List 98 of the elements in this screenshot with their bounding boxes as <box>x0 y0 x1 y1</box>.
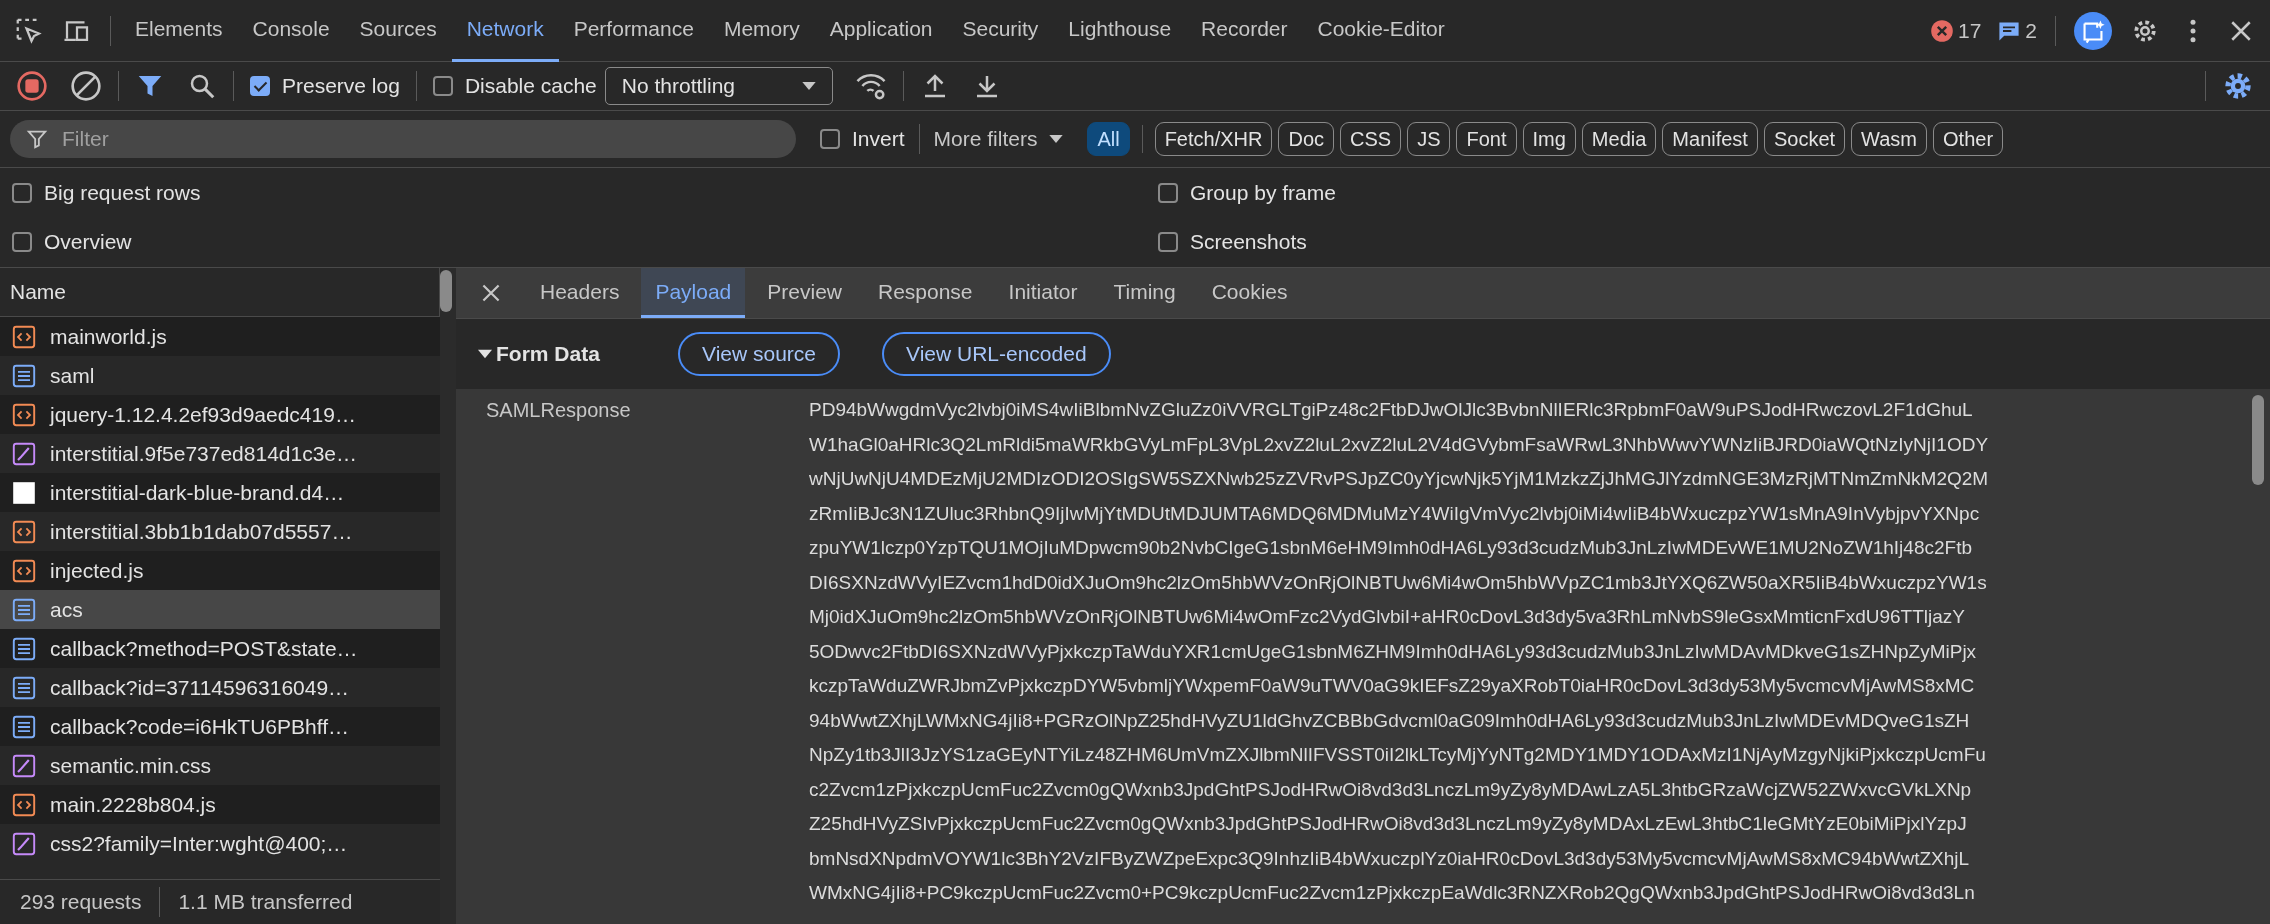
caret-icon <box>801 82 816 90</box>
panel-tab[interactable]: Elements <box>120 0 238 62</box>
more-filters-dropdown[interactable]: More filters <box>933 127 1064 151</box>
field-value-line: DI6SXNzdWVyIEZvcm1hdD0idXJuOm9hc2lzOm5hbWVzOnRjOlNBTUw6Mi4wOm5hbWVpZC1mb3JtYXQ6ZW50aXR5IiB4bWxuczpzYW1s <box>809 570 1988 595</box>
detail-tab[interactable]: Headers <box>526 268 634 318</box>
field-value-line: c2Zvcm1zPjxkczpUcmFuc2Zvcm0gQWxnb3JpdGhtPSJodHRwOi8vd3d3LnczLm9yZy8yMDAwLzA5L3htbGRzaWcjZW52ZWxvcGVkLXNp <box>809 777 1973 802</box>
detail-tab[interactable]: Timing <box>1099 268 1190 318</box>
column-header[interactable]: Name <box>10 280 67 304</box>
document-file-icon <box>12 597 36 622</box>
document-file-icon <box>12 675 36 700</box>
resource-type-filter[interactable]: Media <box>1581 122 1657 156</box>
field-value-line: NpZy1tb3JlI3JzYS1zaGEyNTYiLz48ZHM6UmVmZXJlbmNlIFVSST0iI2lkLTcyMjYyNTg2MDY1MDY1ODAxMzI1NjAyMzgyNjkiPjxkczpUcmFu <box>809 743 1987 767</box>
detail-tab[interactable]: Response <box>864 268 987 318</box>
field-value-line: PD94bWwgdmVyc2lvbj0iMS4wIiBlbmNvZGluZz0iVVRGLTgiPz48c2FtbDJwOlJlc3BvbnNlIERlc3RpbmF0aW9uPSJodHRwczovL2F1dGhuL <box>809 398 1974 422</box>
resource-type-filter[interactable]: Socket <box>1763 122 1846 156</box>
resource-type-filter[interactable]: Wasm <box>1851 122 1927 156</box>
resource-type-filter[interactable]: Other <box>1933 122 2004 156</box>
document-file-icon <box>12 363 36 388</box>
request-row[interactable]: interstitial-dark-blue-brand.d4… <box>0 473 440 512</box>
panel-tab[interactable]: Lighthouse <box>1053 0 1187 62</box>
scrollbar-thumb[interactable] <box>2252 395 2264 485</box>
form-data-section-toggle[interactable]: Form Data <box>478 342 636 366</box>
filter-field[interactable]: Filter <box>10 120 796 158</box>
resource-type-filter[interactable]: CSS <box>1340 122 1402 156</box>
field-value-line: 5ODwvc2FtbDI6SXNzdWVyPjxkczpTaWduYXR1cmUgeG1sbnM6ZHM9Imh0dHA6Ly93d3cudzMub3JnLzIwMDAvMDkveG1sZHNpZyMiPjx <box>809 639 1978 664</box>
error-count[interactable]: 17 <box>1957 18 1982 43</box>
record-icon[interactable] <box>16 70 48 102</box>
panel-tab[interactable]: Network <box>451 0 559 62</box>
document-file-icon <box>12 714 36 739</box>
request-row[interactable]: callback?code=i6HkTU6PBhff… <box>0 707 440 746</box>
detail-tab[interactable]: Payload <box>641 268 746 318</box>
field-value-line: WMxNG4jIi8+PC9kczpUcmFuc2Zvcm0+PC9kczpUcmFuc2Zvcm1zPjxkczpEaWdlc3RNZXRob2QgQWxnb3JpdGhtPSJodHRwOi8vd3d3Ln <box>809 881 1976 905</box>
option-checkbox[interactable]: Screenshots <box>1158 230 2258 255</box>
option-checkbox[interactable]: Group by frame <box>1158 180 2258 205</box>
panel-tab[interactable]: Recorder <box>1186 0 1303 62</box>
request-row[interactable]: injected.js <box>0 551 440 590</box>
field-value-line: bmNsdXNpdmVOYW1lc3BhY2VzIFByZWZpeExpc3Q9InhzIiB4bWxuczplYz0iaHR0cDovL3d3dy53My5vcmcvMjAwMS8xMC94bWwtZXhjL <box>809 846 1971 871</box>
settings-icon[interactable] <box>2222 70 2254 102</box>
detail-tab[interactable]: Preview <box>753 268 856 318</box>
error-icon <box>1929 18 1954 43</box>
document-file-icon <box>12 636 36 661</box>
option-checkbox[interactable]: Big request rows <box>12 180 1158 205</box>
resource-type-filter[interactable]: Doc <box>1278 122 1334 156</box>
summary-text: 293 requests <box>20 890 142 914</box>
script-file-icon <box>12 402 36 427</box>
request-row[interactable]: acs <box>0 590 440 629</box>
field-value-line: Mj0idXJuOm9hc2lzOm5hbWVzOnRjOlNBTUw6Mi4wOmFzc2VydGlvbiI+aHR0cDovL3d3dy5va3RhLmNvbS9leGsxMmticnFxdU96TTljazY <box>809 605 1966 629</box>
message-count[interactable]: 2 <box>2025 18 2037 43</box>
field-value-line: Z25hdHVyZSIvPjxkczpUcmFuc2Zvcm0gQWxnb3JpdGhtPSJodHRwOi8vd3d3LnczLm9yZy8yMDAxLzEwL3htbC1leGMtYzE0biMiPjxlYzpJ <box>809 812 1968 836</box>
disable-cache-checkbox[interactable]: Disable cache <box>432 74 597 98</box>
stylesheet-file-icon <box>12 753 36 778</box>
field-value-line: wNjUwNjU4MDEzMjU2MDIzODI2OSIgSW5SZXNwb25zZVRvPSJpZC0yYjcwNjk5YjM1MzkzZjJhMGJlYzdmNGE3MzRjMTNmZmNkM2Q2M <box>809 467 1989 491</box>
script-file-icon <box>12 324 36 349</box>
request-row[interactable]: main.2228b804.js <box>0 785 440 824</box>
view-toggle-button[interactable]: View URL-encoded <box>882 332 1111 376</box>
image-file-icon <box>12 480 36 505</box>
request-row[interactable]: mainworld.js <box>0 317 440 356</box>
caret-icon <box>1049 135 1064 143</box>
resource-type-filter[interactable]: Fetch/XHR <box>1154 122 1273 156</box>
panel-tab[interactable]: Sources <box>344 0 452 62</box>
filter-icon <box>26 128 48 150</box>
stylesheet-file-icon <box>12 831 36 856</box>
resource-type-filter[interactable]: Font <box>1456 122 1517 156</box>
summary-text: 1.1 MB transferred <box>178 890 353 914</box>
invert-checkbox[interactable]: Invert <box>820 127 905 151</box>
script-file-icon <box>12 519 36 544</box>
ai-assistant-icon[interactable] <box>2074 11 2112 50</box>
view-toggle-button[interactable]: View source <box>678 332 840 376</box>
panel-tab[interactable]: Console <box>237 0 345 62</box>
field-value-line: kczpTaWduZWRJbmZvPjxkczpDYW5vbmljYWxpemF0aW9uTWV0aG9kIEFsZ29yaXRobT0iaHR0cDovL3d3dy53My5vcmcvMjAwMS8xMC <box>809 674 1976 698</box>
detail-tab[interactable]: Cookies <box>1197 268 1302 318</box>
field-value-line: zpuYW1lczp0YzpTQU1MOjIuMDpwcm90b2NvbCIgeG1sbnM6eHM9Imh0dHA6Ly93d3cudzMub3JnLzIwMDEvWE1MU2NoZW1hIj48c2Ftb <box>809 536 1973 560</box>
network-conditions-icon[interactable] <box>854 71 887 101</box>
panel-tab[interactable]: Application <box>814 0 948 62</box>
panel-tab[interactable]: Security <box>947 0 1054 62</box>
script-file-icon <box>12 792 36 817</box>
field-value-line: 94bWwtZXhjLWMxNG4jIi8+PGRzOlNpZ25hdHVyZU1ldGhvZCBBbGdvcml0aG09Imh0dHA6Ly93d3cudzMub3JnLzIwMDEvMDQveG1sZH <box>809 708 1971 733</box>
resource-type-filter[interactable]: Img <box>1522 122 1576 156</box>
script-file-icon <box>12 558 36 583</box>
resource-type-filter[interactable]: All <box>1087 122 1130 156</box>
stylesheet-file-icon <box>12 441 36 466</box>
throttling-dropdown[interactable]: No throttling <box>604 67 833 105</box>
resource-type-filter[interactable]: JS <box>1407 122 1451 156</box>
detail-tab[interactable]: Initiator <box>994 268 1092 318</box>
field-name: SAMLResponse <box>486 399 631 421</box>
panel-tab[interactable]: Cookie-Editor <box>1302 0 1460 62</box>
option-checkbox[interactable]: Overview <box>12 230 1158 255</box>
request-row[interactable]: jquery-1.12.4.2ef93d9aedc419… <box>0 395 440 434</box>
resource-type-filter[interactable]: Manifest <box>1662 122 1758 156</box>
scrollbar-thumb[interactable] <box>440 270 452 312</box>
panel-tab[interactable]: Memory <box>708 0 815 62</box>
clear-icon[interactable] <box>70 70 102 102</box>
request-row[interactable]: callback?method=POST&state… <box>0 629 440 668</box>
field-value-line: W1haGl0aHRlc3Q2LmRldi5maWRkbGVyLmFpL3VpL2xvZ2luL2xvZ2luL2V4dGVybmFsaWRwL3NhbWwvYWNzIiBJRD0iaWQtNzIyNjI1ODY <box>809 432 1989 457</box>
panel-tab[interactable]: Performance <box>558 0 709 62</box>
preserve-log-checkbox[interactable]: Preserve log <box>250 74 400 98</box>
field-value-line: zRmIiBJc3N1ZUluc3RhbnQ9IjIwMjYtMDUtMDJUMTA6MDQ6MDMuMzY4WiIgVmVyc2lvbj0iMi4wIiB4bWxuczpzYW1sMnA9InVybjpvYXNpc <box>809 501 1981 526</box>
triangle-icon <box>478 347 492 361</box>
